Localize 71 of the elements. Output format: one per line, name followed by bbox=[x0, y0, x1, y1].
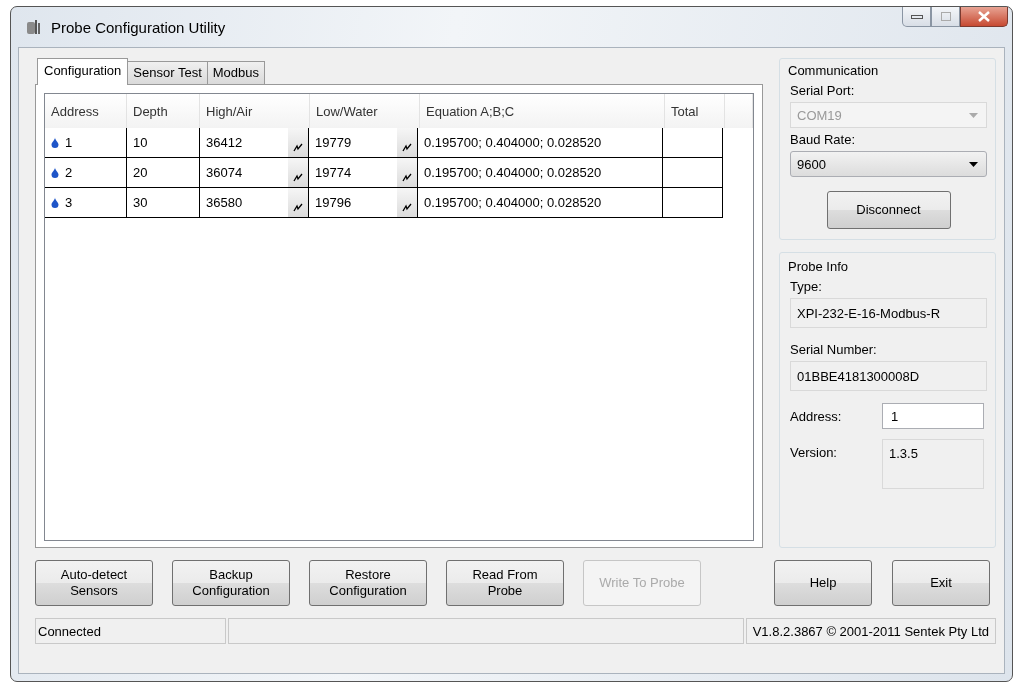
readonly-field: 1.3.5 bbox=[882, 439, 984, 489]
column-header[interactable]: Depth bbox=[127, 94, 200, 128]
table-cell-text: 19796 bbox=[315, 195, 353, 210]
table-cell-text: 36412 bbox=[206, 135, 244, 150]
table-cell-text: 19774 bbox=[315, 165, 353, 180]
table-cell: 0.195700; 0.404000; 0.028520 bbox=[418, 128, 663, 158]
field-label: Address: bbox=[790, 408, 843, 424]
cell-button[interactable] bbox=[288, 188, 308, 217]
readonly-field: 01BBE4181300008D bbox=[790, 361, 987, 391]
disconnect-button[interactable]: Disconnect bbox=[826, 191, 951, 229]
column-header[interactable]: Total bbox=[665, 94, 725, 128]
minimize-icon bbox=[910, 14, 923, 19]
drop-icon bbox=[51, 137, 59, 148]
table-cell bbox=[663, 158, 723, 188]
zigzag-icon bbox=[402, 143, 412, 152]
maximize-icon bbox=[940, 12, 951, 21]
input-field[interactable]: 1 bbox=[882, 403, 984, 429]
tab[interactable]: Modbus bbox=[206, 61, 265, 84]
version-text: V1.8.2.3867 © 2001-2011 Sentek Pty Ltd bbox=[745, 618, 996, 644]
close-icon bbox=[978, 11, 990, 22]
table-cell-text: 36074 bbox=[206, 165, 244, 180]
window-title: Probe Configuration Utility bbox=[51, 18, 226, 36]
drop-icon bbox=[51, 197, 59, 208]
cell-button[interactable] bbox=[397, 128, 417, 157]
table-cell: 10 bbox=[127, 128, 200, 158]
caret-icon bbox=[969, 161, 978, 167]
group-title: Communication bbox=[788, 63, 880, 78]
button[interactable]: Auto-detect Sensors bbox=[35, 560, 153, 606]
table-cell: 0.195700; 0.404000; 0.028520 bbox=[418, 188, 663, 218]
zigzag-icon bbox=[402, 173, 412, 182]
status-text: Connected bbox=[35, 618, 226, 644]
zigzag-icon bbox=[293, 143, 303, 152]
close-button[interactable] bbox=[960, 7, 1008, 27]
table-cell-text: 19779 bbox=[315, 135, 353, 150]
button[interactable]: Backup Configuration bbox=[172, 560, 290, 606]
drop-icon bbox=[51, 167, 59, 178]
field-label: Version: bbox=[790, 444, 838, 460]
table-cell bbox=[663, 128, 723, 158]
button[interactable]: Restore Configuration bbox=[309, 560, 427, 606]
tab[interactable]: Sensor Test bbox=[127, 61, 208, 84]
cell-button[interactable] bbox=[397, 158, 417, 187]
group-title: Probe Info bbox=[788, 259, 849, 274]
zigzag-icon bbox=[293, 173, 303, 182]
minimize-button[interactable] bbox=[902, 7, 931, 27]
button[interactable]: Exit bbox=[892, 560, 990, 606]
cell-button[interactable] bbox=[397, 188, 417, 217]
field-label: Type: bbox=[790, 279, 823, 294]
readonly-field: XPI-232-E-16-Modbus-R bbox=[790, 298, 987, 328]
field-label: Serial Number: bbox=[790, 342, 878, 357]
cell-button[interactable] bbox=[288, 128, 308, 157]
app-icon bbox=[25, 18, 43, 36]
dropdown[interactable]: 9600 bbox=[790, 151, 987, 177]
table-cell: 30 bbox=[127, 188, 200, 218]
table-cell bbox=[663, 188, 723, 218]
zigzag-icon bbox=[402, 203, 412, 212]
caret-icon bbox=[969, 112, 978, 118]
button[interactable]: Read From Probe bbox=[446, 560, 564, 606]
table-cell-text: 36580 bbox=[206, 195, 244, 210]
table-cell: 2 bbox=[65, 165, 73, 180]
field-label: Baud Rate: bbox=[790, 132, 857, 147]
table-cell: 0.195700; 0.404000; 0.028520 bbox=[418, 158, 663, 188]
column-header[interactable]: Equation A;B;C bbox=[420, 94, 665, 128]
zigzag-icon bbox=[293, 203, 303, 212]
field-label: Serial Port: bbox=[790, 83, 856, 98]
cell-button[interactable] bbox=[288, 158, 308, 187]
tab[interactable]: Configuration bbox=[37, 58, 129, 85]
column-header[interactable]: Address bbox=[45, 94, 127, 128]
table-cell: 1 bbox=[65, 135, 73, 150]
button[interactable]: Help bbox=[774, 560, 872, 606]
table-cell: 20 bbox=[127, 158, 200, 188]
table-cell: 3 bbox=[65, 195, 73, 210]
